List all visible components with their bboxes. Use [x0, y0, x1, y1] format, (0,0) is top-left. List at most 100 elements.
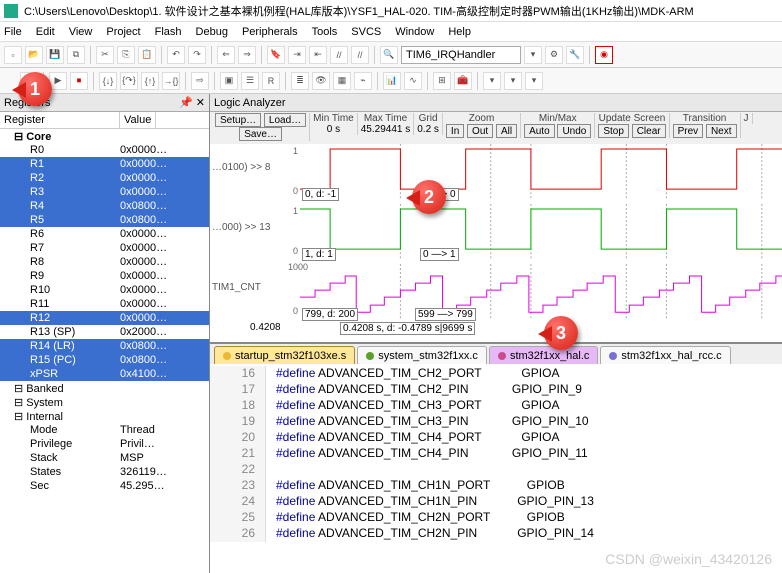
more3-icon[interactable]: ▾ — [525, 72, 543, 90]
save-button[interactable]: Save… — [239, 127, 282, 141]
save-icon[interactable]: 💾 — [46, 46, 64, 64]
outdent-icon[interactable]: ⇤ — [309, 46, 327, 64]
reg-row[interactable]: States326119… — [0, 465, 209, 479]
auto-button[interactable]: Auto — [524, 124, 555, 138]
menu-svcs[interactable]: SVCS — [351, 26, 381, 38]
paste-icon[interactable]: 📋 — [138, 46, 156, 64]
reg-row[interactable]: R14 (LR)0x0800… — [0, 339, 209, 353]
step-out-icon[interactable]: {↑} — [141, 72, 159, 90]
registers-list[interactable]: ⊟ CoreR00x0000…R10x0000…R20x0000…R30x000… — [0, 129, 209, 573]
code-line[interactable]: 22 — [210, 462, 782, 478]
code-line[interactable]: 17#define ADVANCED_TIM_CH2_PIN GPIO_PIN_… — [210, 382, 782, 398]
uncomment-icon[interactable]: // — [351, 46, 369, 64]
step-over-icon[interactable]: {↷} — [120, 72, 138, 90]
down-icon[interactable]: ▾ — [524, 46, 542, 64]
reg-row[interactable]: R100x0000… — [0, 283, 209, 297]
nav-back-icon[interactable]: ⇐ — [217, 46, 235, 64]
reg-row[interactable]: StackMSP — [0, 451, 209, 465]
menu-project[interactable]: Project — [106, 26, 140, 38]
toolbox-icon[interactable]: 🧰 — [454, 72, 472, 90]
copy-icon[interactable]: ⎘ — [117, 46, 135, 64]
zoom-in-button[interactable]: In — [446, 124, 464, 138]
nav-fwd-icon[interactable]: ⇒ — [238, 46, 256, 64]
cmd-win-icon[interactable]: ▣ — [220, 72, 238, 90]
undo-button[interactable]: Undo — [557, 124, 591, 138]
regs-icon[interactable]: R — [262, 72, 280, 90]
reg-row[interactable]: R00x0000… — [0, 143, 209, 157]
reg-row[interactable]: R80x0000… — [0, 255, 209, 269]
reg-row[interactable]: Sec45.295… — [0, 479, 209, 493]
menu-edit[interactable]: Edit — [36, 26, 55, 38]
code-line[interactable]: 24#define ADVANCED_TIM_CH1N_PIN GPIO_PIN… — [210, 494, 782, 510]
serial-icon[interactable]: ⌁ — [354, 72, 372, 90]
code-line[interactable]: 23#define ADVANCED_TIM_CH1N_PORT GPIOB — [210, 478, 782, 494]
code-line[interactable]: 19#define ADVANCED_TIM_CH3_PIN GPIO_PIN_… — [210, 414, 782, 430]
menu-peripherals[interactable]: Peripherals — [242, 26, 298, 38]
reg-row[interactable]: R60x0000… — [0, 227, 209, 241]
stop-icon[interactable]: ⏹ — [70, 72, 88, 90]
step-in-icon[interactable]: {↓} — [99, 72, 117, 90]
code-editor[interactable]: 16#define ADVANCED_TIM_CH2_PORT GPIOA17#… — [210, 364, 782, 573]
function-combo[interactable]: TIM6_IRQHandler — [401, 46, 521, 64]
reg-row[interactable]: R15 (PC)0x0800… — [0, 353, 209, 367]
zoom-out-button[interactable]: Out — [467, 124, 493, 138]
load-button[interactable]: Load… — [264, 113, 306, 127]
reg-row[interactable]: xPSR0x4100… — [0, 367, 209, 381]
undo-icon[interactable]: ↶ — [167, 46, 185, 64]
analyzer-icon[interactable]: 📊 — [383, 72, 401, 90]
trace-icon[interactable]: ∿ — [404, 72, 422, 90]
call-stack-icon[interactable]: ≣ — [291, 72, 309, 90]
reg-row[interactable]: R50x0800… — [0, 213, 209, 227]
menu-help[interactable]: Help — [448, 26, 471, 38]
reg-row[interactable]: R110x0000… — [0, 297, 209, 311]
record-icon[interactable]: ◉ — [595, 46, 613, 64]
la-plot[interactable]: …0100) >> 8 10 0, d: -1 1 —> 0 …000) >> … — [210, 144, 782, 342]
file-tab[interactable]: startup_stm32f103xe.s — [214, 346, 355, 364]
redo-icon[interactable]: ↷ — [188, 46, 206, 64]
menu-file[interactable]: File — [4, 26, 22, 38]
menu-flash[interactable]: Flash — [155, 26, 182, 38]
reg-row[interactable]: R120x0000… — [0, 311, 209, 325]
reg-row[interactable]: ⊟ System — [0, 395, 209, 409]
disasm-icon[interactable]: ☰ — [241, 72, 259, 90]
prev-button[interactable]: Prev — [673, 124, 704, 138]
reg-row[interactable]: R10x0000… — [0, 157, 209, 171]
config-icon[interactable]: ⚙ — [545, 46, 563, 64]
next-button[interactable]: Next — [706, 124, 737, 138]
reg-row[interactable]: R30x0000… — [0, 185, 209, 199]
reg-row[interactable]: PrivilegePrivil… — [0, 437, 209, 451]
stop-button[interactable]: Stop — [598, 124, 629, 138]
indent-icon[interactable]: ⇥ — [288, 46, 306, 64]
menu-view[interactable]: View — [69, 26, 93, 38]
wrench-icon[interactable]: 🔧 — [566, 46, 584, 64]
memory-icon[interactable]: ▦ — [333, 72, 351, 90]
sys-view-icon[interactable]: ⊞ — [433, 72, 451, 90]
code-line[interactable]: 25#define ADVANCED_TIM_CH2N_PORT GPIOB — [210, 510, 782, 526]
saveall-icon[interactable]: ⧉ — [67, 46, 85, 64]
file-tab[interactable]: stm32f1xx_hal.c — [489, 346, 598, 364]
reg-row[interactable]: R70x0000… — [0, 241, 209, 255]
reg-row[interactable]: ⊟ Banked — [0, 381, 209, 395]
code-line[interactable]: 21#define ADVANCED_TIM_CH4_PIN GPIO_PIN_… — [210, 446, 782, 462]
pin-icon[interactable]: 📌 ✕ — [179, 96, 205, 109]
reg-row[interactable]: ModeThread — [0, 423, 209, 437]
clear-button[interactable]: Clear — [632, 124, 666, 138]
reg-row[interactable]: R90x0000… — [0, 269, 209, 283]
menu-debug[interactable]: Debug — [196, 26, 228, 38]
comment-icon[interactable]: // — [330, 46, 348, 64]
reg-row[interactable]: R40x0800… — [0, 199, 209, 213]
bookmark-icon[interactable]: 🔖 — [267, 46, 285, 64]
show-next-icon[interactable]: ⇨ — [191, 72, 209, 90]
more2-icon[interactable]: ▾ — [504, 72, 522, 90]
run-to-icon[interactable]: →{} — [162, 72, 180, 90]
code-line[interactable]: 18#define ADVANCED_TIM_CH3_PORT GPIOA — [210, 398, 782, 414]
reg-row[interactable]: R20x0000… — [0, 171, 209, 185]
code-line[interactable]: 26#define ADVANCED_TIM_CH2N_PIN GPIO_PIN… — [210, 526, 782, 542]
menu-tools[interactable]: Tools — [312, 26, 338, 38]
open-icon[interactable]: 📂 — [25, 46, 43, 64]
reg-row[interactable]: ⊟ Core — [0, 129, 209, 143]
new-icon[interactable]: ▫ — [4, 46, 22, 64]
watch-icon[interactable]: 👁 — [312, 72, 330, 90]
zoom-all-button[interactable]: All — [496, 124, 517, 138]
more1-icon[interactable]: ▾ — [483, 72, 501, 90]
